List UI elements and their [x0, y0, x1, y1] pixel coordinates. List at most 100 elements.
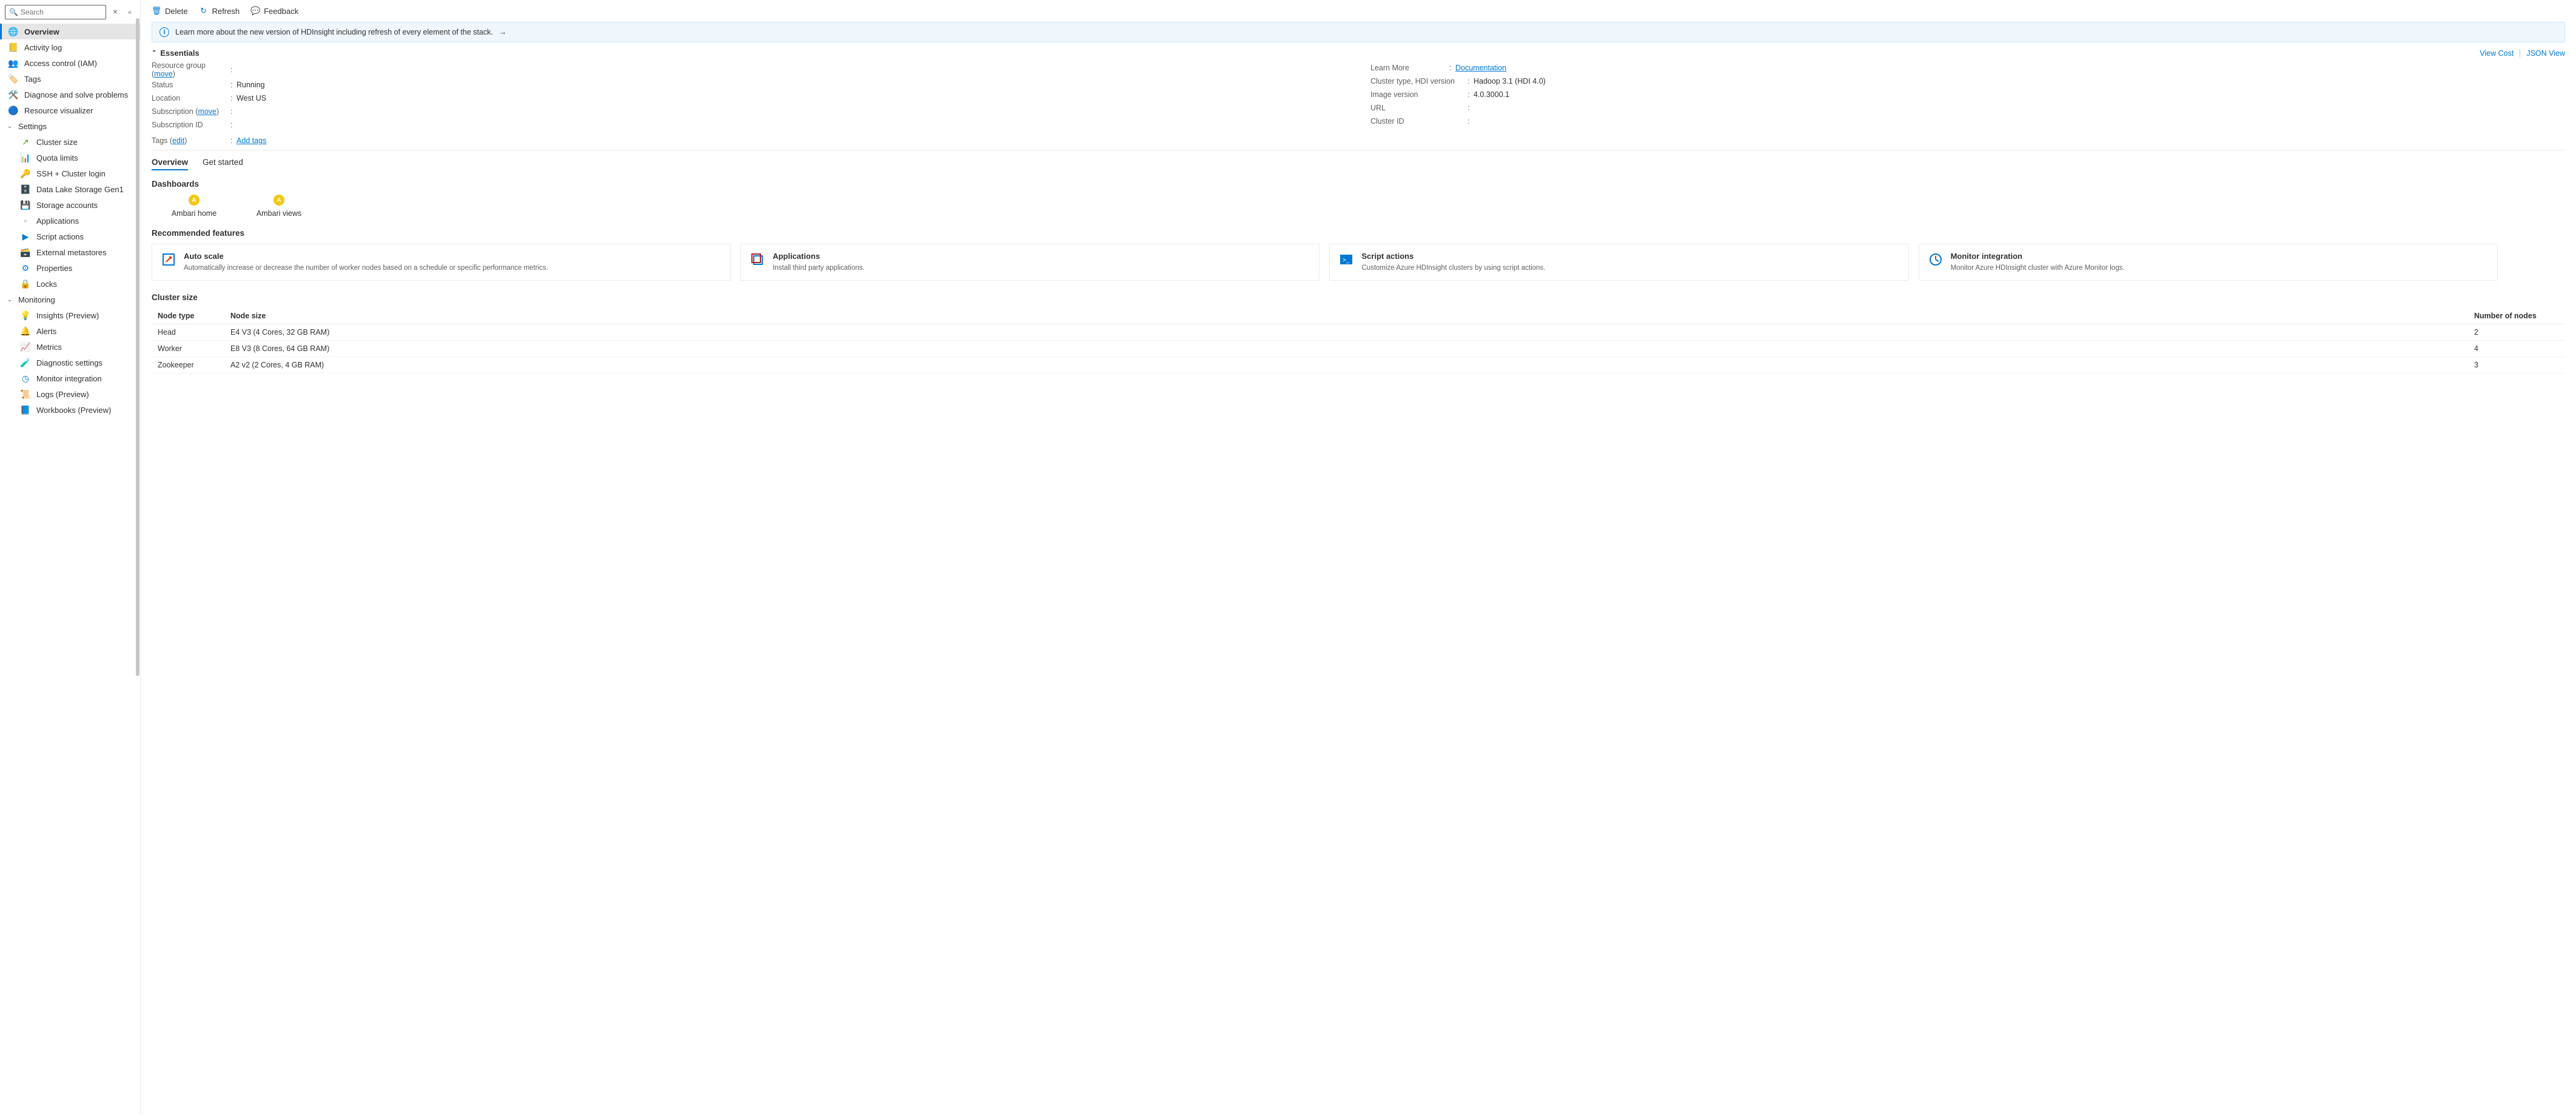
sidebar-item-overview[interactable]: 🌐 Overview [0, 24, 140, 39]
feature-card-autoscale[interactable]: Auto scale Automatically increase or dec… [152, 244, 731, 281]
sidebar-scrollbar[interactable] [135, 18, 140, 1115]
delete-button[interactable]: 🗑 Delete [152, 6, 188, 16]
autoscale-icon [161, 252, 176, 267]
sidebar-item-visualizer[interactable]: 🔵 Resource visualizer [0, 102, 140, 118]
sidebar-item-applications[interactable]: ▫️ Applications [0, 213, 140, 229]
move-rg-link[interactable]: move [154, 70, 173, 78]
sidebar-item-workbooks[interactable]: 📘 Workbooks (Preview) [0, 402, 140, 418]
sidebar-item-storage-accounts[interactable]: 💾 Storage accounts [0, 197, 140, 213]
metrics-icon: 📈 [21, 342, 30, 352]
ess-label-learn-more: Learn More [1370, 64, 1449, 72]
sidebar-item-quota-limits[interactable]: 📊 Quota limits [0, 150, 140, 166]
sidebar-item-diagnostic-settings[interactable]: 🧪 Diagnostic settings [0, 355, 140, 370]
cell-node-type: Zookeeper [152, 357, 224, 373]
sidebar-item-external-metastores[interactable]: 🗃️ External metastores [0, 244, 140, 260]
scrollbar-thumb[interactable] [136, 18, 139, 676]
sidebar-section-monitoring[interactable]: ⌄ Monitoring [0, 292, 140, 307]
table-row: Zookeeper A2 v2 (2 Cores, 4 GB RAM) 3 [152, 357, 2565, 373]
json-view-link[interactable]: JSON View [2526, 49, 2565, 58]
view-cost-link[interactable]: View Cost [2480, 49, 2514, 58]
visualizer-icon: 🔵 [8, 105, 18, 115]
search-input[interactable] [21, 8, 102, 16]
sidebar-item-alerts[interactable]: 🔔 Alerts [0, 323, 140, 339]
collapse-icon[interactable]: « [124, 7, 135, 18]
tab-get-started[interactable]: Get started [203, 155, 243, 170]
sidebar-item-label: Activity log [24, 43, 62, 52]
sidebar-item-diagnose[interactable]: 🛠️ Diagnose and solve problems [0, 87, 140, 102]
cmd-label: Refresh [212, 7, 240, 16]
card-title: Auto scale [184, 252, 548, 261]
applications-icon: ▫️ [21, 216, 30, 226]
table-row: Head E4 V3 (4 Cores, 32 GB RAM) 2 [152, 324, 2565, 341]
sidebar: 🔍 ✕ « 🌐 Overview 📒 Activity log 👥 Access… [0, 0, 141, 1115]
feature-card-applications[interactable]: Applications Install third party applica… [740, 244, 1320, 281]
sidebar-item-label: Logs (Preview) [36, 390, 89, 399]
info-icon: i [159, 27, 169, 37]
sidebar-item-iam[interactable]: 👥 Access control (IAM) [0, 55, 140, 71]
cmd-label: Delete [165, 7, 188, 16]
sidebar-item-label: Access control (IAM) [24, 59, 97, 68]
sidebar-item-script-actions[interactable]: ▶ Script actions [0, 229, 140, 244]
dashboards-heading: Dashboards [152, 179, 2565, 189]
chevron-up-icon: ⌃ [152, 50, 156, 56]
sidebar-item-label: Storage accounts [36, 201, 98, 210]
sidebar-section-settings[interactable]: ⌄ Settings [0, 118, 140, 134]
insights-icon: 💡 [21, 310, 30, 320]
sidebar-section-label: Monitoring [18, 295, 55, 304]
main-content: 🗑 Delete ↻ Refresh 💬 Feedback i Learn mo… [141, 0, 2576, 1115]
sidebar-item-data-lake-gen1[interactable]: 🗄️ Data Lake Storage Gen1 [0, 181, 140, 197]
iam-icon: 👥 [8, 58, 18, 68]
search-input-wrap[interactable]: 🔍 [5, 5, 106, 19]
sidebar-item-insights[interactable]: 💡 Insights (Preview) [0, 307, 140, 323]
feedback-button[interactable]: 💬 Feedback [250, 6, 298, 16]
ess-label-status: Status [152, 81, 230, 89]
ess-label-image-version: Image version [1370, 90, 1467, 99]
edit-tags-link[interactable]: edit [172, 136, 184, 145]
dashboard-label: Ambari views [257, 209, 301, 218]
card-desc: Monitor Azure HDInsight cluster with Azu… [1951, 263, 2125, 273]
card-desc: Automatically increase or decrease the n… [184, 263, 548, 273]
move-sub-link[interactable]: move [198, 107, 216, 116]
cell-node-size: E8 V3 (8 Cores, 64 GB RAM) [224, 341, 2468, 357]
cluster-size-heading: Cluster size [152, 293, 2565, 302]
refresh-button[interactable]: ↻ Refresh [199, 6, 240, 16]
feature-card-monitor-integration[interactable]: Monitor integration Monitor Azure HDInsi… [1919, 244, 2498, 281]
close-icon[interactable]: ✕ [110, 7, 121, 18]
storage-icon: 💾 [21, 200, 30, 210]
sidebar-item-locks[interactable]: 🔒 Locks [0, 276, 140, 292]
sidebar-item-label: SSH + Cluster login [36, 169, 106, 178]
dashboard-ambari-views[interactable]: A Ambari views [249, 195, 309, 218]
sidebar-item-label: Diagnostic settings [36, 358, 102, 367]
ess-val-cluster-type: Hadoop 3.1 (HDI 4.0) [1474, 77, 1546, 85]
ess-label-subscription: Subscription (move) [152, 107, 230, 116]
table-row: Worker E8 V3 (8 Cores, 64 GB RAM) 4 [152, 341, 2565, 357]
sidebar-item-cluster-size[interactable]: ↗ Cluster size [0, 134, 140, 150]
alerts-icon: 🔔 [21, 326, 30, 336]
card-title: Applications [773, 252, 865, 261]
sidebar-item-label: Metrics [36, 343, 62, 352]
sidebar-item-logs[interactable]: 📜 Logs (Preview) [0, 386, 140, 402]
dashboard-ambari-home[interactable]: A Ambari home [164, 195, 224, 218]
sidebar-item-monitor-integration[interactable]: ◷ Monitor integration [0, 370, 140, 386]
key-icon: 🔑 [21, 169, 30, 178]
content-tabs: Overview Get started [152, 155, 2565, 171]
banner-text: Learn more about the new version of HDIn… [175, 28, 493, 36]
add-tags-link[interactable]: Add tags [236, 136, 266, 145]
card-title: Script actions [1361, 252, 1545, 261]
sidebar-item-label: Alerts [36, 327, 56, 336]
sidebar-item-metrics[interactable]: 📈 Metrics [0, 339, 140, 355]
sidebar-item-ssh-login[interactable]: 🔑 SSH + Cluster login [0, 166, 140, 181]
sidebar-item-properties[interactable]: ⚙ Properties [0, 260, 140, 276]
sidebar-item-label: Data Lake Storage Gen1 [36, 185, 124, 194]
tab-overview[interactable]: Overview [152, 155, 188, 170]
quota-icon: 📊 [21, 153, 30, 162]
documentation-link[interactable]: Documentation [1455, 64, 1506, 72]
sidebar-item-tags[interactable]: 🏷️ Tags [0, 71, 140, 87]
feature-card-script-actions[interactable]: >_ Script actions Customize Azure HDInsi… [1329, 244, 1908, 281]
sidebar-item-label: Cluster size [36, 138, 78, 147]
cell-node-count: 2 [2468, 324, 2565, 341]
essentials-toggle[interactable]: ⌃ Essentials [152, 49, 200, 58]
sidebar-item-label: Resource visualizer [24, 106, 93, 115]
info-banner[interactable]: i Learn more about the new version of HD… [152, 22, 2565, 42]
sidebar-item-activity-log[interactable]: 📒 Activity log [0, 39, 140, 55]
